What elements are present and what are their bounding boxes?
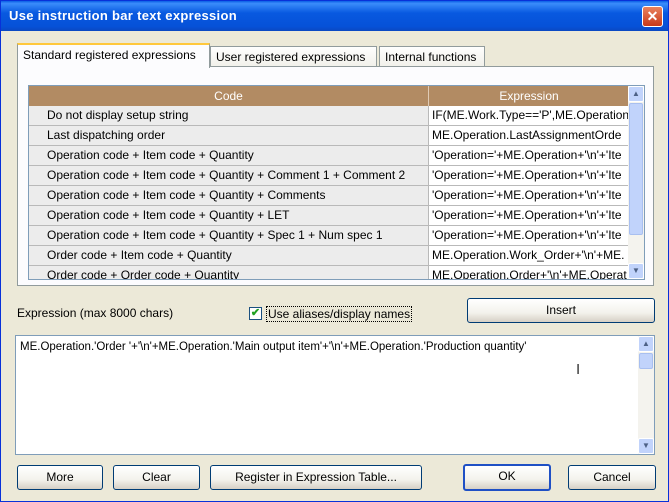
table-row[interactable]: Operation code + Item code + Quantity 'Op…: [29, 146, 629, 166]
grid-vertical-scrollbar[interactable]: ▲ ▼: [628, 86, 644, 279]
scroll-down-icon[interactable]: ▼: [638, 438, 654, 454]
use-aliases-label[interactable]: Use aliases/display names: [266, 306, 413, 322]
table-row[interactable]: Operation code + Item code + Quantity + …: [29, 206, 629, 226]
cell-expression[interactable]: 'Operation='+ME.Operation+'\n'+'Ite: [429, 186, 629, 205]
scroll-up-icon[interactable]: ▲: [638, 336, 654, 352]
table-row[interactable]: Operation code + Item code + Quantity + …: [29, 226, 629, 246]
cell-code[interactable]: Operation code + Item code + Quantity + …: [29, 166, 429, 185]
table-row[interactable]: Do not display setup string IF(ME.Work.Ty…: [29, 106, 629, 126]
tab-internal-functions[interactable]: Internal functions: [379, 46, 485, 67]
cell-code[interactable]: Operation code + Item code + Quantity + …: [29, 226, 429, 245]
cell-expression[interactable]: 'Operation='+ME.Operation+'\n'+'Ite: [429, 146, 629, 165]
cell-expression[interactable]: ME.Operation.Order+'\n'+ME.Operat: [429, 266, 629, 279]
table-row[interactable]: Order code + Order code + Quantity ME.Ope…: [29, 266, 629, 279]
cell-code[interactable]: Last dispatching order: [29, 126, 429, 145]
cell-expression[interactable]: 'Operation='+ME.Operation+'\n'+'Ite: [429, 206, 629, 225]
expression-text: ME.Operation.'Order '+'\n'+ME.Operation.…: [20, 341, 527, 353]
table-row[interactable]: Last dispatching order ME.Operation.LastA…: [29, 126, 629, 146]
grid-rows: Do not display setup string IF(ME.Work.Ty…: [29, 106, 629, 279]
cell-code[interactable]: Operation code + Item code + Quantity + …: [29, 206, 429, 225]
register-expression-button[interactable]: Register in Expression Table...: [210, 465, 422, 490]
expression-label: Expression (max 8000 chars): [17, 306, 174, 320]
table-row[interactable]: Order code + Item code + Quantity ME.Oper…: [29, 246, 629, 266]
column-header-expression[interactable]: Expression: [429, 86, 629, 106]
ok-button[interactable]: OK: [463, 464, 551, 491]
cell-code[interactable]: Order code + Order code + Quantity: [29, 266, 429, 279]
table-row[interactable]: Operation code + Item code + Quantity + …: [29, 186, 629, 206]
tab-user-expressions[interactable]: User registered expressions: [210, 46, 377, 67]
scroll-down-icon[interactable]: ▼: [628, 263, 644, 279]
table-row[interactable]: Operation code + Item code + Quantity + …: [29, 166, 629, 186]
expressions-grid: Code Expression Do not display setup str…: [28, 85, 645, 280]
more-button[interactable]: More: [17, 465, 103, 490]
cell-expression[interactable]: 'Operation='+ME.Operation+'\n'+'Ite: [429, 226, 629, 245]
tab-panel: Code Expression Do not display setup str…: [17, 66, 654, 286]
grid-header: Code Expression: [29, 86, 629, 106]
cell-code[interactable]: Do not display setup string: [29, 106, 429, 125]
use-aliases-checkbox[interactable]: ✔: [249, 307, 262, 320]
cancel-button[interactable]: Cancel: [568, 465, 656, 490]
scroll-thumb[interactable]: [629, 103, 643, 235]
scroll-thumb[interactable]: [639, 353, 653, 369]
cell-expression[interactable]: ME.Operation.Work_Order+'\n'+ME.: [429, 246, 629, 265]
tab-standard-expressions[interactable]: Standard registered expressions: [17, 43, 210, 68]
cell-code[interactable]: Operation code + Item code + Quantity: [29, 146, 429, 165]
cell-expression[interactable]: IF(ME.Work.Type=='P',ME.Operation: [429, 106, 629, 125]
window-title: Use instruction bar text expression: [9, 8, 237, 23]
cell-code[interactable]: Operation code + Item code + Quantity + …: [29, 186, 429, 205]
text-cursor-icon: I: [576, 361, 581, 378]
close-button[interactable]: ✕: [642, 6, 663, 27]
textarea-vertical-scrollbar[interactable]: ▲ ▼: [638, 336, 654, 454]
clear-button[interactable]: Clear: [113, 465, 200, 490]
cell-expression[interactable]: ME.Operation.LastAssignmentOrde: [429, 126, 629, 145]
cell-expression[interactable]: 'Operation='+ME.Operation+'\n'+'Ite: [429, 166, 629, 185]
scroll-up-icon[interactable]: ▲: [628, 86, 644, 102]
cell-code[interactable]: Order code + Item code + Quantity: [29, 246, 429, 265]
column-header-code[interactable]: Code: [29, 86, 429, 106]
insert-button[interactable]: Insert: [467, 298, 655, 323]
expression-textarea[interactable]: ME.Operation.'Order '+'\n'+ME.Operation.…: [15, 335, 655, 455]
close-icon: ✕: [646, 8, 659, 24]
dialog-window: Use instruction bar text expression ✕ St…: [0, 0, 669, 502]
title-bar[interactable]: Use instruction bar text expression ✕: [1, 1, 668, 31]
